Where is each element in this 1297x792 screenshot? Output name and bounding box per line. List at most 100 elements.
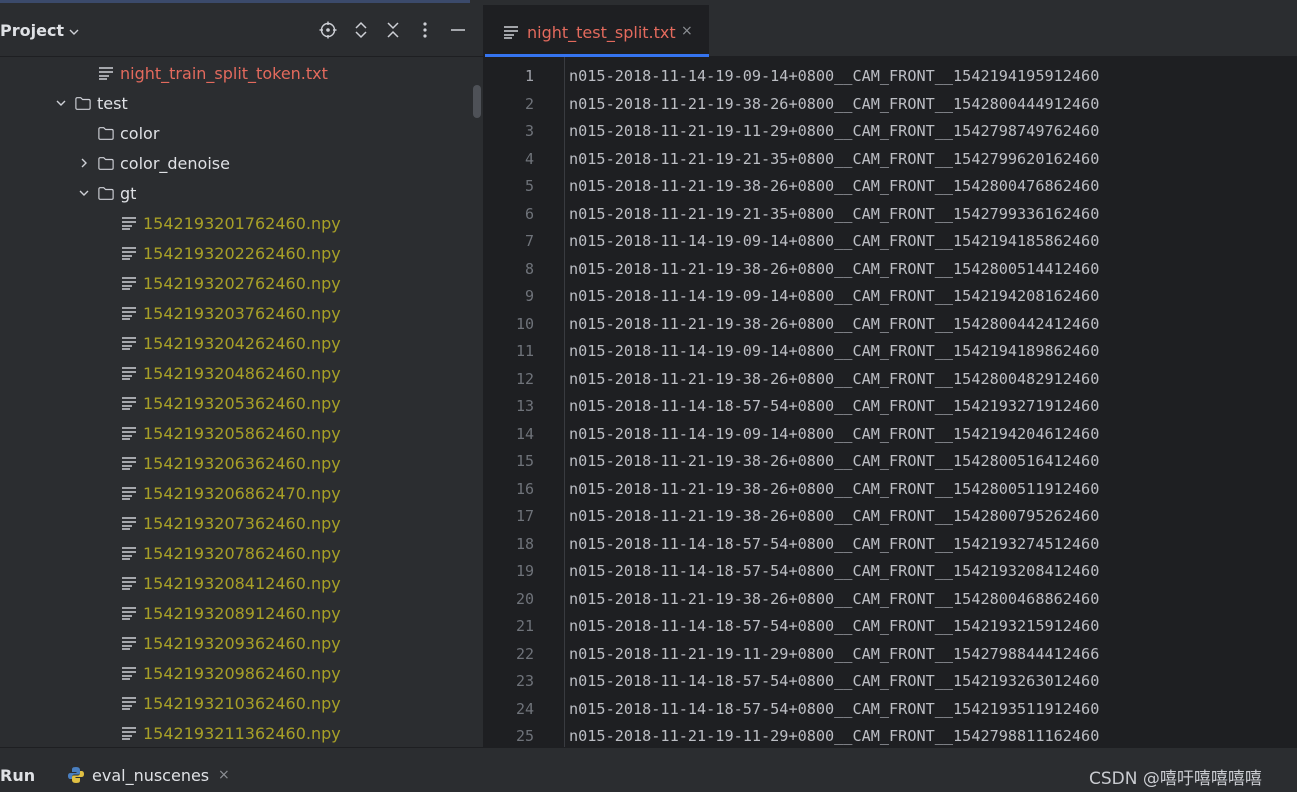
code-line[interactable]: n015-2018-11-21-19-38-26+0800__CAM_FRONT… <box>569 95 1099 113</box>
tree-file-row[interactable]: 1542193206862470.npy <box>99 478 341 508</box>
code-line[interactable]: n015-2018-11-21-19-11-29+0800__CAM_FRONT… <box>569 645 1099 663</box>
tree-file-row[interactable]: 1542193201762460.npy <box>99 208 341 238</box>
code-line[interactable]: n015-2018-11-14-19-09-14+0800__CAM_FRONT… <box>569 67 1099 85</box>
tree-file-row[interactable]: 1542193207862460.npy <box>99 538 341 568</box>
code-line[interactable]: n015-2018-11-21-19-21-35+0800__CAM_FRONT… <box>569 150 1099 168</box>
line-number: 16 <box>515 479 534 498</box>
tree-file-row[interactable]: 1542193209362460.npy <box>99 628 341 658</box>
bottom-tool-bar: Run eval_nuscenes × CSDN @嘻吁嘻嘻嘻嘻 <box>0 747 1297 792</box>
tree-file-row[interactable]: 1542193204862460.npy <box>99 358 341 388</box>
tree-folder-row[interactable]: color <box>76 118 159 148</box>
line-number: 24 <box>515 699 534 718</box>
line-number: 23 <box>515 672 534 690</box>
tree-file-row[interactable]: 1542193205862460.npy <box>99 418 341 448</box>
run-tool-window-label[interactable]: Run <box>0 766 35 785</box>
code-line[interactable]: n015-2018-11-21-19-11-29+0800__CAM_FRONT… <box>569 122 1099 140</box>
tree-item-label: test <box>97 93 128 113</box>
code-line[interactable]: n015-2018-11-21-19-38-26+0800__CAM_FRONT… <box>569 177 1099 195</box>
project-scrollbar[interactable] <box>473 85 481 118</box>
text-file-icon <box>121 725 137 741</box>
chevron-down-icon[interactable] <box>76 185 92 201</box>
code-line[interactable]: n015-2018-11-21-19-11-29+0800__CAM_FRONT… <box>569 727 1099 745</box>
line-number: 25 <box>515 727 534 745</box>
tree-file-row[interactable]: 1542193204262460.npy <box>99 328 341 358</box>
code-line[interactable]: n015-2018-11-14-18-57-54+0800__CAM_FRONT… <box>569 700 1099 718</box>
code-line[interactable]: n015-2018-11-21-19-38-26+0800__CAM_FRONT… <box>569 507 1099 525</box>
code-line[interactable]: n015-2018-11-21-19-38-26+0800__CAM_FRONT… <box>569 480 1099 498</box>
tab-label: night_test_split.txt <box>527 23 676 42</box>
code-line[interactable]: n015-2018-11-14-19-09-14+0800__CAM_FRONT… <box>569 342 1099 360</box>
tree-file-row[interactable]: 1542193211362460.npy <box>99 718 341 747</box>
line-number: 11 <box>515 342 534 360</box>
tree-file-row[interactable]: 1542193208412460.npy <box>99 568 341 598</box>
more-icon[interactable] <box>414 19 436 41</box>
tree-item-label: 1542193204262460.npy <box>143 333 341 353</box>
expand-all-icon[interactable] <box>350 19 372 41</box>
tree-item-label: color <box>120 123 160 143</box>
close-icon[interactable]: × <box>681 23 693 39</box>
code-line[interactable]: n015-2018-11-14-19-09-14+0800__CAM_FRONT… <box>569 425 1099 443</box>
tree-file-row[interactable]: 1542193209862460.npy <box>99 658 341 688</box>
tree-file-row[interactable]: 1542193207362460.npy <box>99 508 341 538</box>
tree-item-label: night_train_split_token.txt <box>120 63 328 83</box>
chevron-down-icon[interactable] <box>53 95 69 111</box>
code-line[interactable]: n015-2018-11-21-19-21-35+0800__CAM_FRONT… <box>569 205 1099 223</box>
tree-item-label: 1542193208912460.npy <box>143 603 341 623</box>
line-number: 4 <box>524 149 534 168</box>
code-line[interactable]: n015-2018-11-21-19-38-26+0800__CAM_FRONT… <box>569 315 1099 333</box>
tree-item-label: 1542193209362460.npy <box>143 633 341 653</box>
line-number: 5 <box>524 177 534 195</box>
tree-file-row[interactable]: 1542193203762460.npy <box>99 298 341 328</box>
tree-file-row[interactable]: 1542193202262460.npy <box>99 238 341 268</box>
line-number: 17 <box>515 507 534 525</box>
python-icon <box>67 766 85 788</box>
code-line[interactable]: n015-2018-11-14-18-57-54+0800__CAM_FRONT… <box>569 672 1099 690</box>
code-line[interactable]: n015-2018-11-21-19-38-26+0800__CAM_FRONT… <box>569 260 1099 278</box>
folder-icon <box>98 125 114 141</box>
run-tab-eval-nuscenes[interactable]: eval_nuscenes <box>92 766 209 785</box>
tree-folder-row[interactable]: gt <box>76 178 136 208</box>
tree-item-label: 1542193205362460.npy <box>143 393 341 413</box>
chevron-right-icon[interactable] <box>76 155 92 171</box>
tree-item-label: 1542193210362460.npy <box>143 693 341 713</box>
project-title[interactable]: Project <box>0 21 64 40</box>
tree-folder-row[interactable]: color_denoise <box>76 148 230 178</box>
close-icon[interactable]: × <box>218 767 230 783</box>
text-file-icon <box>121 215 137 231</box>
text-file-icon <box>121 275 137 291</box>
code-line[interactable]: n015-2018-11-14-18-57-54+0800__CAM_FRONT… <box>569 617 1099 635</box>
minimize-icon[interactable] <box>447 19 469 41</box>
tree-item-label: gt <box>120 183 137 203</box>
code-line[interactable]: n015-2018-11-21-19-38-26+0800__CAM_FRONT… <box>569 452 1099 470</box>
code-line[interactable]: n015-2018-11-14-19-09-14+0800__CAM_FRONT… <box>569 287 1099 305</box>
locate-icon[interactable] <box>317 19 339 41</box>
text-file-icon <box>121 605 137 621</box>
text-file-icon <box>121 545 137 561</box>
code-line[interactable]: n015-2018-11-21-19-38-26+0800__CAM_FRONT… <box>569 370 1099 388</box>
tree-item-label: 1542193202762460.npy <box>143 273 341 293</box>
tree-item-label: 1542193206362460.npy <box>143 453 341 473</box>
line-number: 12 <box>515 369 534 388</box>
code-line[interactable]: n015-2018-11-14-18-57-54+0800__CAM_FRONT… <box>569 397 1099 415</box>
text-file-icon <box>121 635 137 651</box>
tree-file-row[interactable]: 1542193206362460.npy <box>99 448 341 478</box>
tree-item-label: 1542193209862460.npy <box>143 663 341 683</box>
code-line[interactable]: n015-2018-11-21-19-38-26+0800__CAM_FRONT… <box>569 590 1099 608</box>
watermark: CSDN @嘻吁嘻嘻嘻嘻 <box>1089 769 1262 789</box>
code-line[interactable]: n015-2018-11-14-18-57-54+0800__CAM_FRONT… <box>569 562 1099 580</box>
chevron-down-icon[interactable] <box>68 23 80 42</box>
tree-folder-row[interactable]: test <box>53 88 128 118</box>
tree-file-row[interactable]: 1542193210362460.npy <box>99 688 341 718</box>
tree-file-row[interactable]: 1542193205362460.npy <box>99 388 341 418</box>
code-line[interactable]: n015-2018-11-14-18-57-54+0800__CAM_FRONT… <box>569 535 1099 553</box>
tree-file-row[interactable]: night_train_split_token.txt <box>76 58 328 88</box>
tab-night-test-split[interactable]: night_test_split.txt × <box>485 5 709 57</box>
tree-item-label: 1542193204862460.npy <box>143 363 341 383</box>
tree-file-row[interactable]: 1542193208912460.npy <box>99 598 341 628</box>
tree-file-row[interactable]: 1542193202762460.npy <box>99 268 341 298</box>
code-line[interactable]: n015-2018-11-14-19-09-14+0800__CAM_FRONT… <box>569 232 1099 250</box>
collapse-all-icon[interactable] <box>382 19 404 41</box>
